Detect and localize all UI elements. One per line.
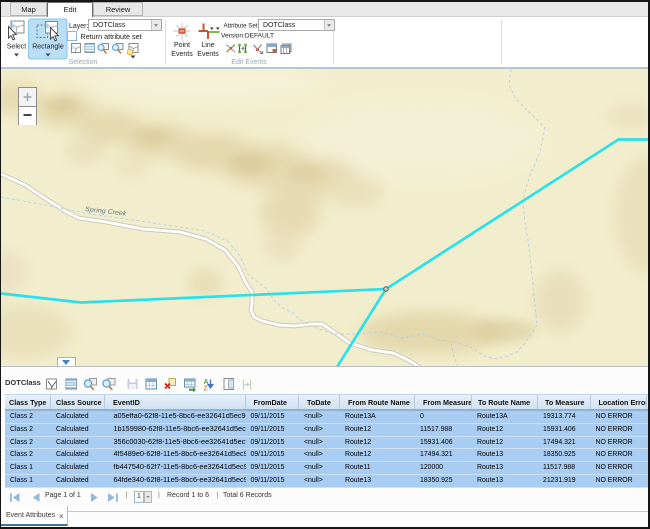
svg-text:Events: Events <box>171 51 193 58</box>
svg-text:Return attribute set: Return attribute set <box>81 32 142 41</box>
svg-text:Point: Point <box>174 42 190 49</box>
svg-text:Events: Events <box>197 51 219 58</box>
svg-text:Layer:: Layer: <box>69 23 89 30</box>
svg-text:Select: Select <box>7 44 27 51</box>
svg-text:Line: Line <box>201 42 214 49</box>
svg-text:Version:DEFAULT: Version:DEFAULT <box>221 33 274 40</box>
svg-text:Rectangle: Rectangle <box>32 44 64 51</box>
svg-text:Attribute Set:: Attribute Set: <box>224 23 260 30</box>
svg-text:Z: Z <box>204 386 209 393</box>
